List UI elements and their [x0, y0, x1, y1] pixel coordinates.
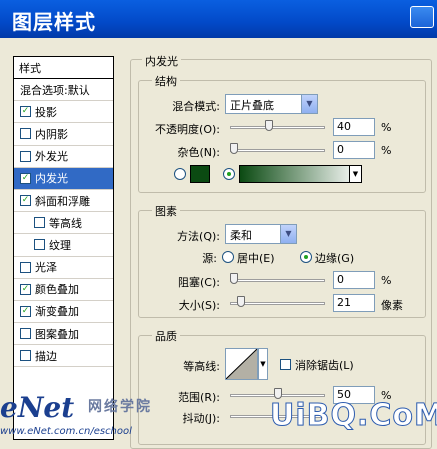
source-edge-radio[interactable] — [300, 251, 312, 263]
choke-slider-thumb[interactable] — [230, 273, 238, 284]
source-label: 源: — [202, 252, 217, 265]
enet-logo: eNet — [0, 391, 75, 424]
window-title: 图层样式 — [12, 10, 96, 34]
noise-unit: % — [381, 144, 392, 157]
glow-gradient-picker[interactable] — [239, 165, 362, 183]
style-item[interactable]: ✓ 内发光 — [14, 167, 113, 190]
antialias-checkbox[interactable] — [280, 359, 291, 370]
choke-unit: % — [381, 274, 392, 287]
style-item[interactable]: ✓ 斜面和浮雕 — [14, 190, 113, 213]
style-item[interactable]: ✓ 颜色叠加 — [14, 279, 113, 301]
noise-label: 杂色(N): — [177, 146, 220, 159]
style-item-label: 内发光 — [35, 172, 68, 186]
style-item-label: 外发光 — [35, 150, 68, 164]
source-edge-label[interactable]: 边缘(G) — [315, 250, 354, 266]
noise-slider[interactable] — [230, 149, 325, 152]
style-item-label: 斜面和浮雕 — [35, 194, 90, 208]
opacity-slider-thumb[interactable] — [264, 120, 273, 131]
style-item[interactable]: 光泽 — [14, 257, 113, 279]
noise-input[interactable]: 0 — [333, 141, 375, 159]
antialias-label[interactable]: 消除锯齿(L) — [295, 357, 354, 373]
style-checkbox[interactable]: ✓ — [20, 283, 31, 295]
close-button[interactable] — [410, 6, 434, 28]
styles-list: 样式 混合选项:默认 ✓ 投影内阴影外发光 ✓ 内发光 ✓ 斜面和浮雕等高线纹理光泽 ✓ 颜色叠… — [13, 56, 114, 440]
style-item[interactable]: 等高线 — [14, 212, 113, 235]
style-item[interactable]: 描边 — [14, 345, 113, 368]
chevron-down-icon: ▼ — [260, 360, 266, 368]
style-item-label: 颜色叠加 — [35, 283, 79, 297]
opacity-label: 不透明度(O): — [155, 123, 220, 136]
style-item-label: 描边 — [35, 349, 57, 363]
style-checkbox[interactable] — [20, 261, 31, 273]
style-item-label: 纹理 — [49, 238, 71, 252]
contour-label: 等高线: — [183, 360, 220, 373]
style-item[interactable]: 混合选项:默认 — [14, 79, 113, 102]
style-checkbox[interactable]: ✓ — [20, 305, 31, 317]
style-item[interactable]: 纹理 — [14, 234, 113, 257]
style-checkbox[interactable]: ✓ — [20, 106, 31, 118]
style-item[interactable]: 外发光 — [14, 146, 113, 168]
style-item[interactable]: ✓ 渐变叠加 — [14, 301, 113, 324]
style-checkbox[interactable]: ✓ — [20, 172, 31, 184]
quality-title: 品质 — [152, 328, 180, 344]
choke-label: 阻塞(C): — [178, 276, 220, 289]
style-checkbox[interactable] — [34, 239, 45, 251]
contour-curve-icon — [226, 349, 257, 379]
style-item[interactable]: 图案叠加 — [14, 323, 113, 346]
style-item-label: 内阴影 — [35, 127, 68, 141]
chevron-down-icon: ▼ — [352, 170, 359, 178]
style-item-label: 渐变叠加 — [35, 305, 79, 319]
size-input[interactable]: 21 — [333, 294, 375, 312]
enet-cn-label: 网络学院 — [88, 399, 152, 415]
style-checkbox[interactable] — [20, 128, 31, 140]
blend-mode-value: 正片叠底 — [230, 99, 274, 112]
inner-glow-title: 内发光 — [142, 53, 181, 69]
elements-title: 图素 — [152, 203, 180, 219]
opacity-input[interactable]: 40 — [333, 118, 375, 136]
style-item-label: 投影 — [35, 105, 57, 119]
style-checkbox[interactable] — [34, 217, 45, 229]
style-checkbox[interactable] — [20, 328, 31, 340]
style-item-label: 图案叠加 — [35, 327, 79, 341]
title-bar: 图层样式 — [0, 0, 437, 38]
size-slider-thumb[interactable] — [237, 296, 246, 307]
style-item-label: 等高线 — [49, 216, 82, 230]
noise-slider-thumb[interactable] — [230, 143, 238, 154]
style-checkbox[interactable] — [20, 150, 31, 162]
inner-glow-panel: 内发光 结构 混合模式: 正片叠底 ▼ 不透明度(O): 40 % 杂色(N): … — [130, 52, 437, 449]
opacity-slider[interactable] — [230, 126, 325, 129]
opacity-unit: % — [381, 121, 392, 134]
chevron-down-icon: ▼ — [301, 95, 317, 113]
color-radio[interactable] — [174, 168, 186, 180]
size-label: 大小(S): — [178, 299, 220, 312]
style-item[interactable]: 内阴影 — [14, 123, 113, 146]
contour-picker[interactable] — [225, 348, 258, 380]
style-item-label: 混合选项:默认 — [20, 83, 90, 97]
blend-mode-select[interactable]: 正片叠底 ▼ — [225, 94, 318, 114]
uibq-logo: UiBQ.CoM — [270, 398, 437, 434]
choke-slider[interactable] — [230, 279, 325, 282]
styles-header[interactable]: 样式 — [14, 57, 113, 79]
gradient-dropdown-button[interactable]: ▼ — [349, 165, 362, 183]
method-label: 方法(Q): — [177, 230, 220, 243]
structure-title: 结构 — [152, 73, 180, 89]
choke-input[interactable]: 0 — [333, 271, 375, 289]
glow-color-swatch[interactable] — [190, 165, 210, 183]
source-center-label[interactable]: 居中(E) — [237, 250, 275, 266]
chevron-down-icon: ▼ — [280, 225, 296, 243]
method-value: 柔和 — [230, 229, 252, 242]
blend-mode-label: 混合模式: — [172, 100, 220, 113]
gradient-radio[interactable] — [223, 168, 235, 180]
size-unit: 像素 — [381, 299, 403, 312]
enet-url: www.eNet.com.cn/eschool — [0, 426, 132, 437]
style-checkbox[interactable]: ✓ — [20, 195, 31, 207]
style-item-label: 光泽 — [35, 261, 57, 275]
method-select[interactable]: 柔和 ▼ — [225, 224, 297, 244]
style-checkbox[interactable] — [20, 350, 31, 362]
source-center-radio[interactable] — [222, 251, 234, 263]
style-item[interactable]: ✓ 投影 — [14, 101, 113, 124]
contour-dropdown-button[interactable]: ▼ — [258, 348, 268, 380]
